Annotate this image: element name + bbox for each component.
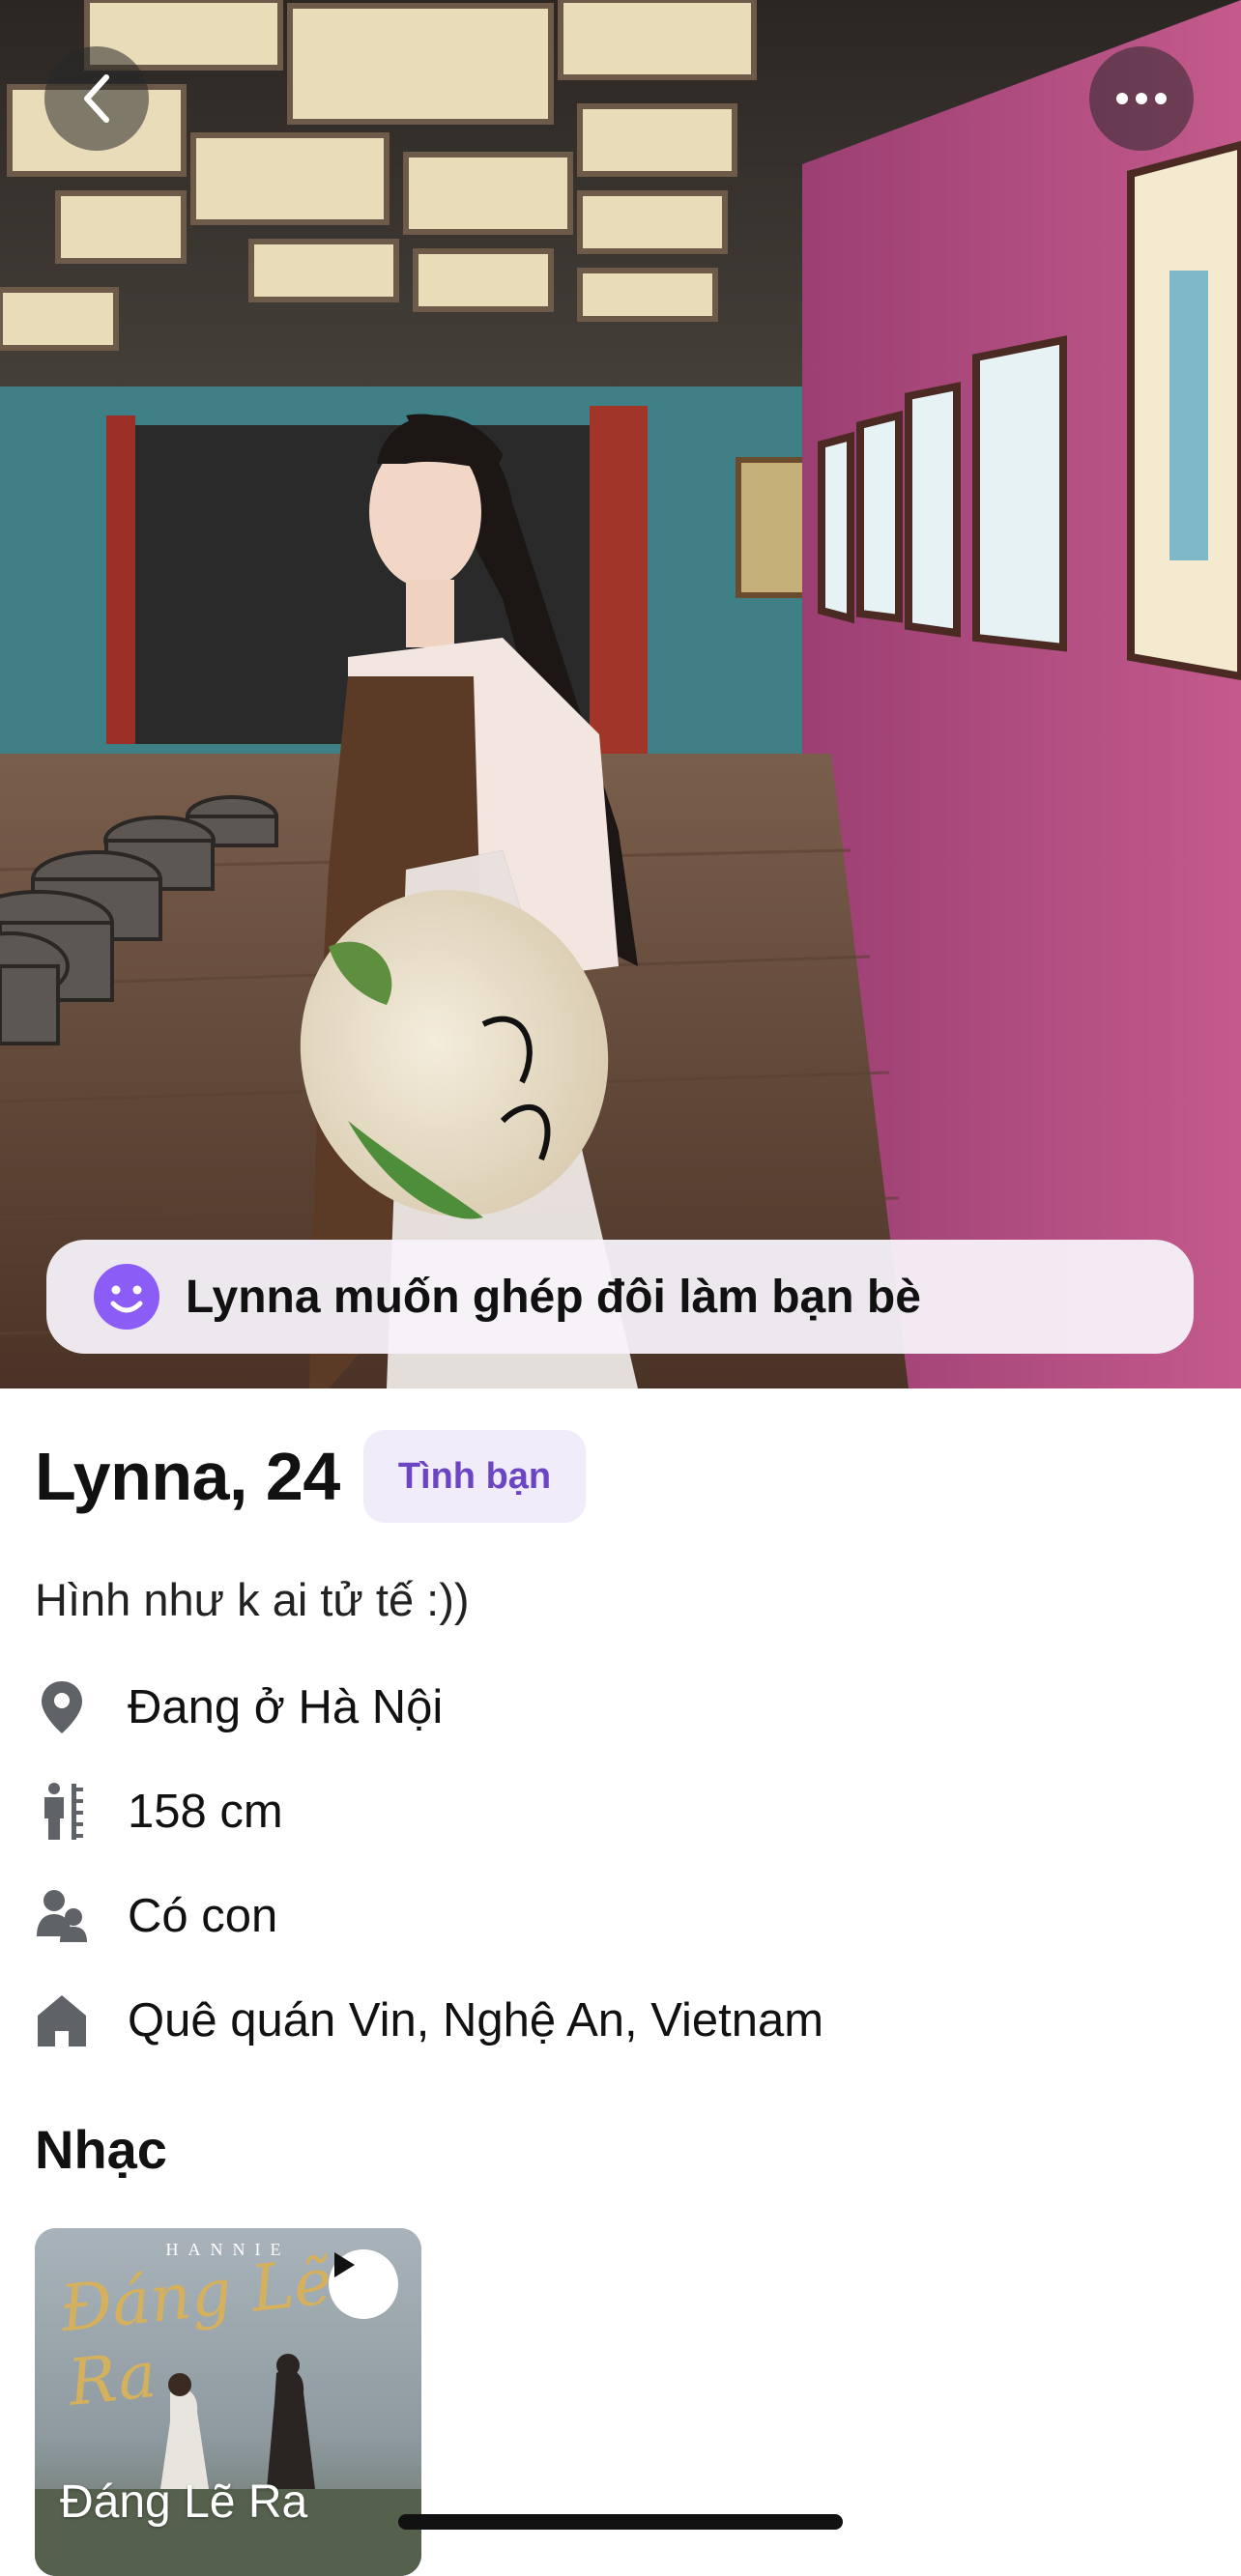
song-title: Đáng Lẽ Ra [60, 2476, 308, 2528]
photo-scene [0, 0, 1241, 1388]
location-pin-icon [35, 1676, 89, 1738]
detail-hometown-label: Quê quán Vin, Nghệ An, Vietnam [128, 1994, 824, 2046]
detail-children-label: Có con [128, 1890, 278, 1942]
detail-location: Đang ở Hà Nội [35, 1674, 443, 1741]
detail-height-label: 158 cm [128, 1786, 283, 1838]
detail-hometown: Quê quán Vin, Nghệ An, Vietnam [35, 1987, 823, 2054]
chevron-left-icon [84, 74, 109, 123]
height-icon [35, 1781, 89, 1843]
match-intent-text: Lynna muốn ghép đôi làm bạn bè [186, 1271, 921, 1323]
name-row: Lynna, 24 Tình bạn [35, 1430, 587, 1523]
home-icon [35, 1989, 89, 2051]
smiley-face-icon [94, 1264, 159, 1330]
profile-name-age: Lynna, 24 [35, 1439, 340, 1514]
music-section-title: Nhạc [35, 2119, 167, 2180]
relationship-tag: Tình bạn [362, 1430, 587, 1523]
detail-children: Có con [35, 1882, 277, 1950]
children-icon [35, 1885, 89, 1947]
detail-height: 158 cm [35, 1778, 283, 1846]
profile-photo[interactable]: Lynna muốn ghép đôi làm bạn bè [0, 0, 1241, 1388]
play-button[interactable] [329, 2249, 398, 2319]
music-card[interactable]: HANNIE Đáng Lẽ Ra Đáng Lẽ Ra [35, 2228, 421, 2576]
play-icon [334, 2252, 355, 2277]
home-indicator[interactable] [398, 2514, 843, 2530]
profile-bio: Hình như k ai tử tế :)) [35, 1574, 470, 1625]
more-options-button[interactable] [1089, 46, 1194, 151]
ellipsis-icon [1116, 93, 1167, 104]
detail-location-label: Đang ở Hà Nội [128, 1681, 444, 1733]
match-intent-banner: Lynna muốn ghép đôi làm bạn bè [46, 1240, 1194, 1354]
back-button[interactable] [44, 46, 149, 151]
